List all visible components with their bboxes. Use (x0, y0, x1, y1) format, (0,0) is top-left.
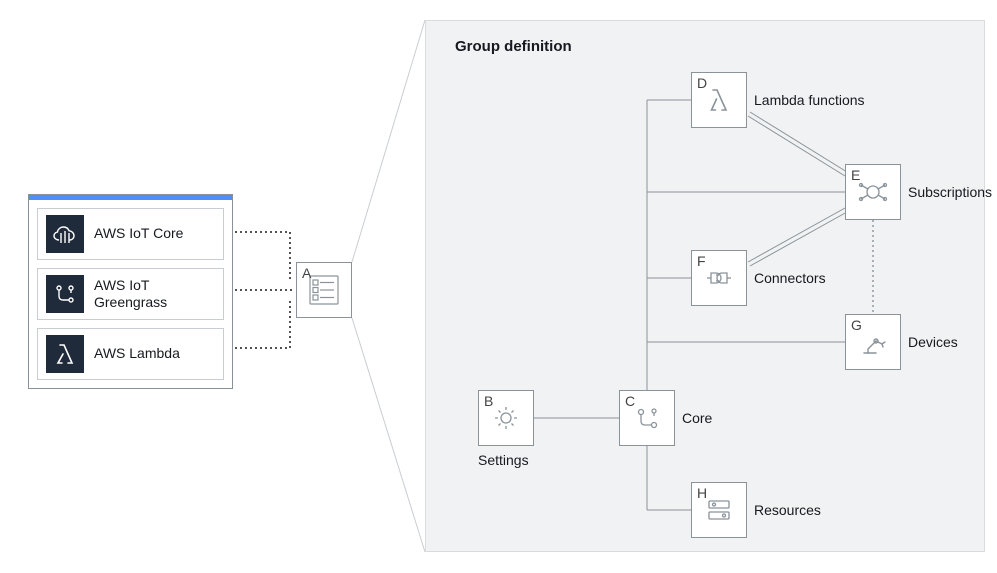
node-C-letter: C (625, 393, 635, 409)
node-H-label: Resources (754, 502, 821, 518)
node-B-label: Settings (478, 452, 529, 468)
aws-iot-core-icon (46, 215, 84, 253)
node-E-letter: E (851, 167, 860, 183)
aws-iot-greengrass-label: AWS IoT Greengrass (94, 277, 215, 312)
node-G: G (845, 314, 901, 370)
node-C: C (619, 390, 675, 446)
node-B: B (478, 390, 534, 446)
node-E: E (845, 164, 901, 220)
node-E-label: Subscriptions (908, 184, 992, 200)
gear-icon (489, 401, 523, 435)
node-H: H (691, 482, 747, 538)
node-F-letter: F (697, 253, 706, 269)
node-C-label: Core (682, 410, 712, 426)
node-H-letter: H (697, 485, 707, 501)
aws-lambda-item: AWS Lambda (37, 328, 224, 380)
aws-lambda-label: AWS Lambda (94, 345, 180, 363)
node-D-letter: D (697, 75, 707, 91)
connectors-icon (702, 261, 736, 295)
node-F-label: Connectors (754, 270, 826, 286)
aws-lambda-icon (46, 335, 84, 373)
node-D: D (691, 72, 747, 128)
node-B-letter: B (484, 393, 493, 409)
aws-iot-greengrass-item: AWS IoT Greengrass (37, 268, 224, 320)
node-D-label: Lambda functions (754, 92, 865, 108)
node-A-letter: A (302, 265, 311, 281)
node-G-letter: G (851, 317, 862, 333)
node-A: A (296, 262, 352, 318)
aws-services-list: AWS IoT Core AWS IoT Greengrass (29, 200, 232, 388)
group-definition-title: Group definition (455, 38, 572, 55)
aws-iot-greengrass-icon (46, 275, 84, 313)
subscriptions-icon (856, 175, 890, 209)
aws-services-panel: AWS IoT Core AWS IoT Greengrass (28, 194, 233, 389)
node-F: F (691, 250, 747, 306)
aws-iot-core-item: AWS IoT Core (37, 208, 224, 260)
aws-iot-core-label: AWS IoT Core (94, 225, 183, 243)
node-G-label: Devices (908, 334, 958, 350)
group-config-icon (307, 273, 341, 307)
